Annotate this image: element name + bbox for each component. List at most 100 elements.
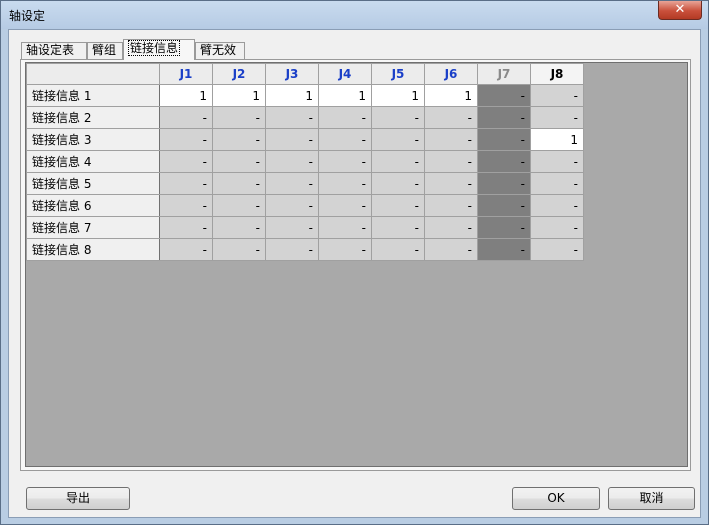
grid-cell[interactable]: - [212,216,266,239]
column-header-j2[interactable]: J2 [212,63,266,85]
tab-label: 臂组 [92,43,117,57]
grid-cell[interactable]: - [424,238,478,261]
grid-cell[interactable]: - [318,150,372,173]
grid-cell[interactable]: 1 [159,84,213,107]
grid-cell[interactable]: - [530,172,584,195]
grid-cell[interactable]: - [424,216,478,239]
grid-cell[interactable]: - [212,150,266,173]
grid-cell[interactable]: - [318,128,372,151]
grid-cell[interactable]: - [530,106,584,129]
column-header-j4[interactable]: J4 [318,63,372,85]
grid-cell[interactable]: - [265,172,319,195]
grid-cell[interactable]: 1 [424,84,478,107]
column-header-j8[interactable]: J8 [530,63,584,85]
grid-cell[interactable]: - [371,172,425,195]
tab-arm-group[interactable]: 臂组 [87,42,123,59]
grid-cell[interactable]: - [371,216,425,239]
row-header[interactable]: 链接信息 6 [26,194,160,217]
grid-cell[interactable]: - [212,106,266,129]
grid-cell: - [477,238,531,261]
row-header[interactable]: 链接信息 7 [26,216,160,239]
table-row: 链接信息 6-------- [26,194,584,217]
grid-cell[interactable]: - [159,106,213,129]
dialog-body: 轴设定表 臂组 链接信息 臂无效 J1 J2 J3 J4 J5 J6 J7 J8 链接信息 1… [8,29,701,518]
grid-cell[interactable]: - [265,216,319,239]
grid-cell[interactable]: - [371,194,425,217]
grid-cell[interactable]: - [159,238,213,261]
grid-cell[interactable]: - [424,106,478,129]
column-header-j6[interactable]: J6 [424,63,478,85]
table-row: 链接信息 4-------- [26,150,584,173]
grid-cell[interactable]: - [212,194,266,217]
grid-header-row: J1 J2 J3 J4 J5 J6 J7 J8 [26,63,584,85]
link-info-grid: J1 J2 J3 J4 J5 J6 J7 J8 链接信息 1 1 1 1 1 1 1- - 链接信息 2---… [26,63,584,261]
column-header-j7[interactable]: J7 [477,63,531,85]
tab-label: 臂无效 [200,43,237,57]
tab-axis-table[interactable]: 轴设定表 [21,42,87,59]
grid-cell[interactable]: - [159,194,213,217]
row-header[interactable]: 链接信息 8 [26,238,160,261]
grid-cell[interactable]: - [318,106,372,129]
grid-cell[interactable]: - [530,84,584,107]
grid-cell[interactable]: - [371,128,425,151]
row-header[interactable]: 链接信息 2 [26,106,160,129]
grid-cell[interactable]: - [424,172,478,195]
row-header[interactable]: 链接信息 1 [26,84,160,107]
grid-cell[interactable]: - [265,238,319,261]
grid-cell: - [477,128,531,151]
grid-cell[interactable]: - [371,238,425,261]
close-icon[interactable]: ✕ [658,1,702,20]
link-info-grid-area: J1 J2 J3 J4 J5 J6 J7 J8 链接信息 1 1 1 1 1 1 1- - 链接信息 2---… [25,62,688,467]
ok-button[interactable]: OK [512,487,600,510]
grid-cell[interactable]: - [371,106,425,129]
grid-cell[interactable]: 1 [371,84,425,107]
table-row: 链接信息 3-------1 [26,128,584,151]
row-header[interactable]: 链接信息 3 [26,128,160,151]
row-header[interactable]: 链接信息 5 [26,172,160,195]
grid-cell: - [477,84,531,107]
column-header-j5[interactable]: J5 [371,63,425,85]
title-bar: 轴设定 ✕ [1,1,708,29]
grid-cell[interactable]: 1 [318,84,372,107]
export-button[interactable]: 导出 [26,487,130,510]
table-row: 链接信息 1111111-- [26,84,584,107]
grid-cell[interactable]: 1 [212,84,266,107]
tab-arm-disable[interactable]: 臂无效 [195,42,245,59]
row-header[interactable]: 链接信息 4 [26,150,160,173]
grid-cell[interactable]: - [530,150,584,173]
grid-cell[interactable]: - [424,194,478,217]
grid-cell[interactable]: - [159,172,213,195]
grid-cell[interactable]: - [318,194,372,217]
grid-cell[interactable]: 1 [530,128,584,151]
window-title: 轴设定 [9,9,46,23]
grid-cell[interactable]: - [265,128,319,151]
grid-cell: - [477,172,531,195]
cancel-button[interactable]: 取消 [608,487,695,510]
grid-cell[interactable]: - [318,216,372,239]
grid-cell[interactable]: - [371,150,425,173]
grid-cell[interactable]: - [530,238,584,261]
table-row: 链接信息 8-------- [26,238,584,261]
link-info-panel: J1 J2 J3 J4 J5 J6 J7 J8 链接信息 1 1 1 1 1 1 1- - 链接信息 2---… [20,59,691,471]
grid-cell[interactable]: - [530,194,584,217]
grid-cell[interactable]: - [318,172,372,195]
grid-cell: - [477,194,531,217]
grid-cell[interactable]: - [265,106,319,129]
tab-link-info[interactable]: 链接信息 [123,39,195,60]
grid-cell[interactable]: - [212,128,266,151]
grid-cell[interactable]: - [424,150,478,173]
grid-cell[interactable]: - [530,216,584,239]
grid-cell[interactable]: - [265,194,319,217]
grid-cell[interactable]: - [212,172,266,195]
column-header-j1[interactable]: J1 [159,63,213,85]
column-header-j3[interactable]: J3 [265,63,319,85]
grid-cell[interactable]: - [265,150,319,173]
grid-cell[interactable]: - [159,216,213,239]
grid-cell[interactable]: - [212,238,266,261]
grid-cell[interactable]: 1 [265,84,319,107]
grid-cell[interactable]: - [318,238,372,261]
grid-cell[interactable]: - [159,150,213,173]
grid-cell[interactable]: - [424,128,478,151]
axis-settings-dialog: 轴设定 ✕ 轴设定表 臂组 链接信息 臂无效 J1 J2 J3 J4 J5 J6 J7 J8 … [0,0,709,525]
grid-cell[interactable]: - [159,128,213,151]
